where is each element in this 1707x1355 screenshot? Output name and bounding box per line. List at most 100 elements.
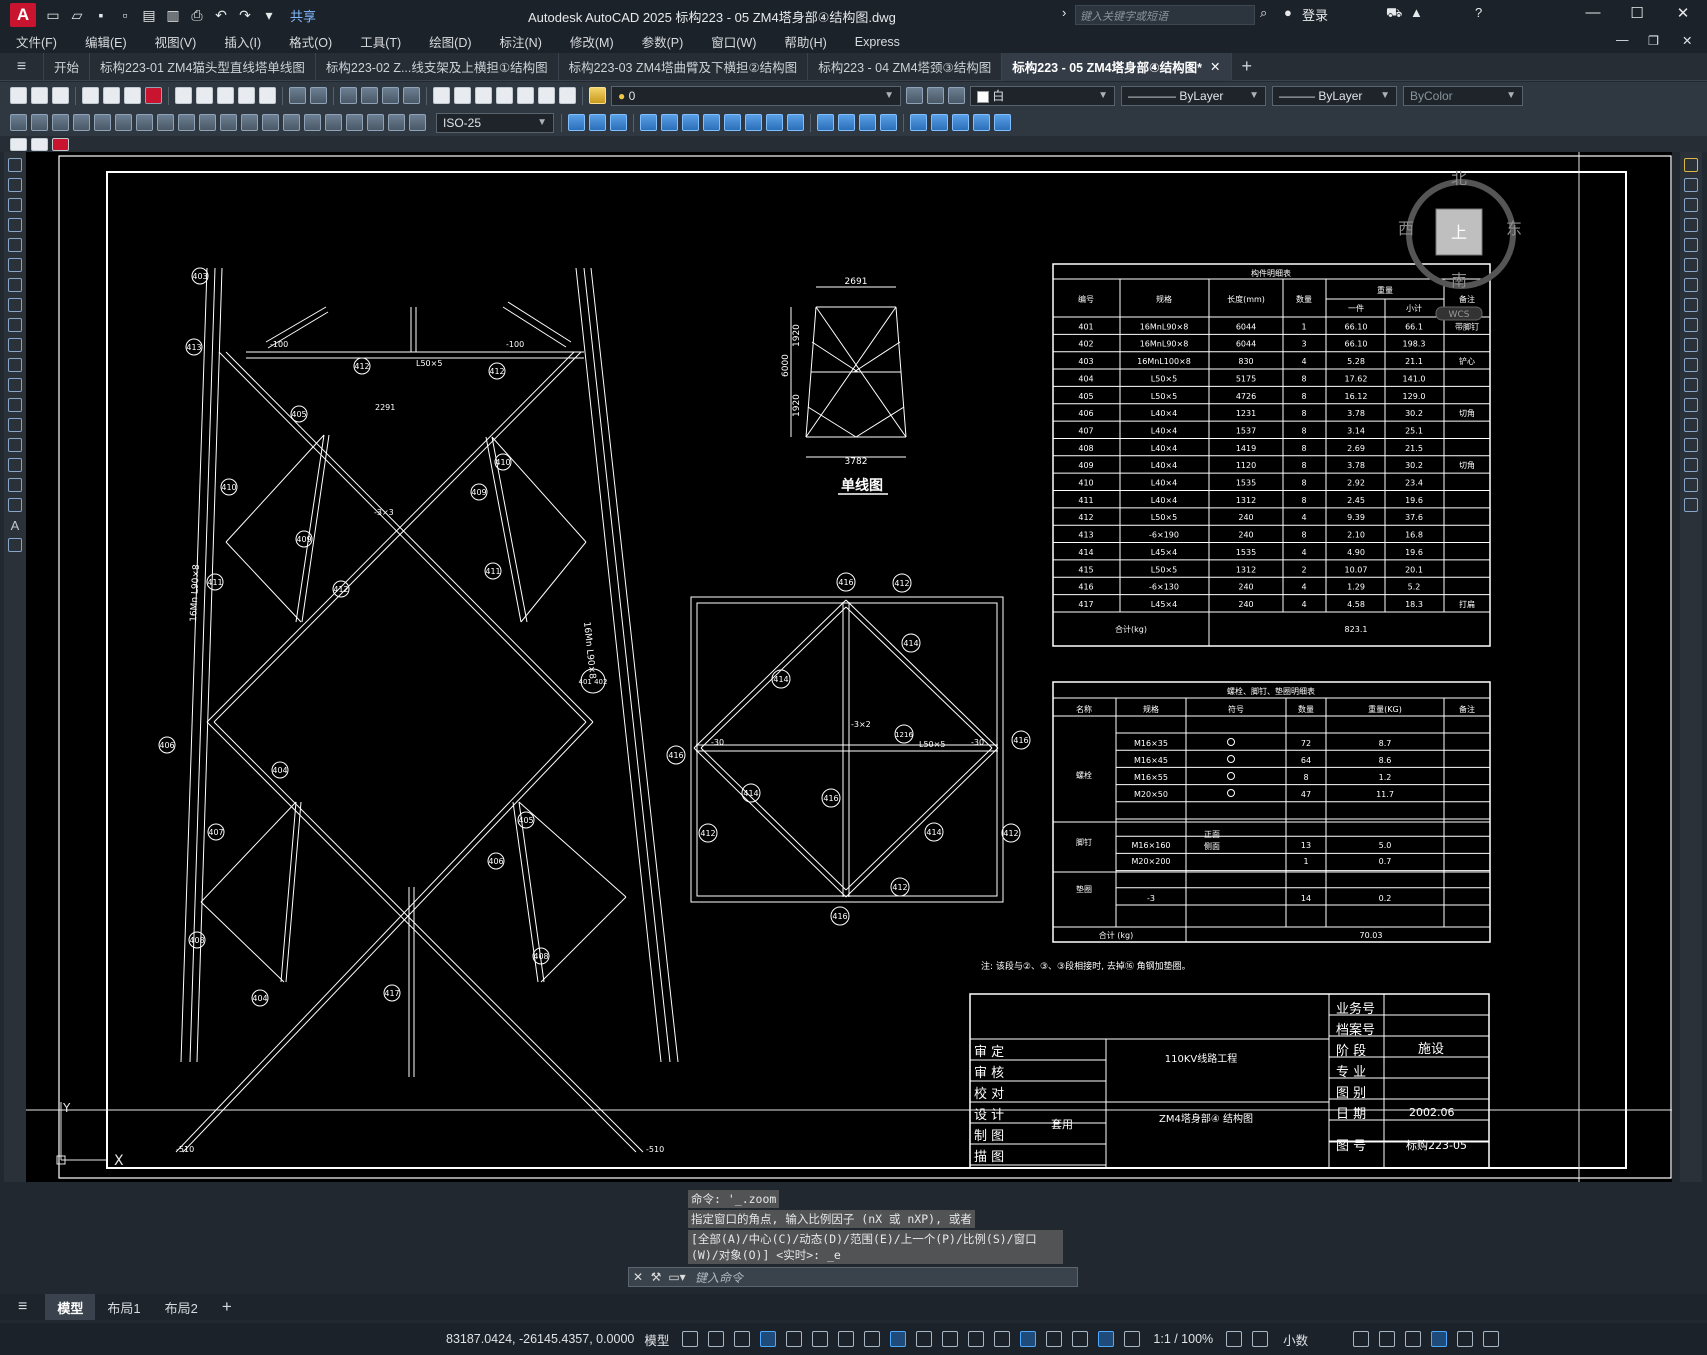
layer-previous-icon[interactable]	[927, 87, 944, 104]
add-selected-icon[interactable]	[8, 538, 22, 552]
gradient-icon[interactable]	[8, 458, 22, 472]
close-cmd-icon[interactable]: ✕	[629, 1270, 647, 1284]
make-current-icon[interactable]	[906, 87, 923, 104]
login-button[interactable]: 登录	[1302, 5, 1328, 24]
maximize-button[interactable]: ☐	[1622, 4, 1652, 22]
erase-icon[interactable]	[568, 114, 585, 131]
new-icon[interactable]: ▭	[42, 4, 64, 26]
dim-angular-icon[interactable]	[157, 114, 174, 131]
arc-icon[interactable]	[8, 258, 22, 272]
save-file-icon[interactable]	[52, 87, 69, 104]
array-icon[interactable]	[661, 114, 678, 131]
coordinates[interactable]: 83187.0424, -26145.4357, 0.0000	[446, 1332, 634, 1346]
pan-icon[interactable]	[340, 87, 357, 104]
blend-icon[interactable]	[1684, 478, 1698, 492]
help-tool-icon[interactable]	[559, 87, 576, 104]
lineweight-icon[interactable]	[916, 1331, 933, 1347]
copy-icon[interactable]	[196, 87, 213, 104]
command-input[interactable]: 键入命令	[689, 1269, 743, 1286]
menu-view[interactable]: 视图(V)	[139, 32, 209, 51]
explode-icon[interactable]	[910, 114, 927, 131]
polyline-icon[interactable]	[8, 198, 22, 212]
selection-filter-icon[interactable]	[1046, 1331, 1063, 1347]
mirror-side-icon[interactable]	[1684, 198, 1698, 212]
fillet-icon[interactable]	[880, 114, 897, 131]
pdf-icon[interactable]	[145, 87, 162, 104]
hatch-icon[interactable]	[8, 438, 22, 452]
doc-restore-button[interactable]: ❐	[1648, 33, 1659, 48]
dimtedit-icon[interactable]	[388, 114, 405, 131]
copy-side-icon[interactable]	[1684, 178, 1698, 192]
trim-icon[interactable]	[766, 114, 783, 131]
publish-file-icon[interactable]	[124, 87, 141, 104]
move-icon[interactable]	[682, 114, 699, 131]
infer-constraints-icon[interactable]	[734, 1331, 751, 1347]
dim-ordinate-icon[interactable]	[73, 114, 90, 131]
explode-side-icon[interactable]	[1684, 498, 1698, 512]
dim-arc-icon[interactable]	[52, 114, 69, 131]
open-icon[interactable]: ▱	[66, 4, 88, 26]
dimstyle-dropdown[interactable]: ISO-25 ▼	[436, 112, 554, 133]
annotation-monitor-icon[interactable]	[1252, 1331, 1269, 1347]
line-icon[interactable]	[8, 158, 22, 172]
menu-tools[interactable]: 工具(T)	[344, 32, 413, 51]
layer-state-icon[interactable]	[948, 87, 965, 104]
dynamic-input-icon[interactable]	[760, 1331, 777, 1347]
jogged-linear-icon[interactable]	[346, 114, 363, 131]
layout-1[interactable]: 布局1	[95, 1294, 152, 1320]
quick-dim-icon[interactable]	[178, 114, 195, 131]
isodraft-icon[interactable]	[838, 1331, 855, 1347]
matchprop-icon[interactable]	[238, 87, 255, 104]
rotate-side-icon[interactable]	[1684, 278, 1698, 292]
menu-edit[interactable]: 编辑(E)	[69, 32, 139, 51]
dim-break-icon[interactable]	[262, 114, 279, 131]
plotstyle-dropdown[interactable]: ByColor ▼	[1403, 85, 1523, 106]
drawing-canvas[interactable]: Y X 403 413 412 412 405 410 409 411 406	[26, 152, 1672, 1182]
plot-file-icon[interactable]	[82, 87, 99, 104]
menu-express[interactable]: Express	[839, 35, 912, 49]
recent-cmds-icon[interactable]: ▭▾	[665, 1270, 689, 1284]
menu-format[interactable]: 格式(O)	[273, 32, 344, 51]
fillet-side-icon[interactable]	[1684, 458, 1698, 472]
zoom-realtime-icon[interactable]	[361, 87, 378, 104]
ellipse-arc-icon[interactable]	[8, 358, 22, 372]
tool-palettes-icon[interactable]	[475, 87, 492, 104]
units-dropdown[interactable]: 小数	[1283, 1330, 1308, 1349]
customize-cmd-icon[interactable]: ⚒	[647, 1270, 665, 1284]
inspect-icon[interactable]	[325, 114, 342, 131]
scale-side-icon[interactable]	[1684, 298, 1698, 312]
ellipse-icon[interactable]	[8, 338, 22, 352]
menu-insert[interactable]: 插入(I)	[208, 32, 273, 51]
otrack-icon[interactable]	[864, 1331, 881, 1347]
cut-icon[interactable]	[175, 87, 192, 104]
annotation-visibility-icon[interactable]	[1098, 1331, 1115, 1347]
color-dropdown[interactable]: 白 ▼	[970, 85, 1115, 106]
pedit-icon[interactable]	[931, 114, 948, 131]
break-point-icon[interactable]	[1684, 378, 1698, 392]
workspace-icon[interactable]	[1226, 1331, 1243, 1347]
ortho-icon[interactable]	[786, 1331, 803, 1347]
qnew-icon[interactable]	[10, 87, 27, 104]
close-button[interactable]: ✕	[1668, 4, 1698, 22]
web-save-icon[interactable]: ▤	[138, 4, 160, 26]
menu-draw[interactable]: 绘图(D)	[413, 32, 483, 51]
mirror-icon[interactable]	[610, 114, 627, 131]
zoom-window-icon[interactable]	[382, 87, 399, 104]
viewcube-west[interactable]: 西	[1398, 219, 1414, 238]
extend-icon[interactable]	[787, 114, 804, 131]
insert-block-icon[interactable]	[10, 137, 27, 151]
calculator-icon[interactable]	[538, 87, 555, 104]
dimedit-icon[interactable]	[367, 114, 384, 131]
selection-cycling-icon[interactable]	[968, 1331, 985, 1347]
construction-line-icon[interactable]	[8, 178, 22, 192]
xref-icon[interactable]	[52, 137, 69, 151]
dim-baseline-icon[interactable]	[199, 114, 216, 131]
paste-icon[interactable]	[217, 87, 234, 104]
cart-icon[interactable]: ⛟	[1386, 5, 1402, 23]
circle-icon[interactable]	[8, 278, 22, 292]
tab-file-02[interactable]: 标构223-02 Z...线支架及上横担①结构图	[316, 52, 559, 81]
auto-scale-icon[interactable]	[1124, 1331, 1141, 1347]
splinedit-icon[interactable]	[952, 114, 969, 131]
plot-icon[interactable]: ⎙	[186, 4, 208, 26]
viewcube-east[interactable]: 东	[1506, 219, 1522, 238]
